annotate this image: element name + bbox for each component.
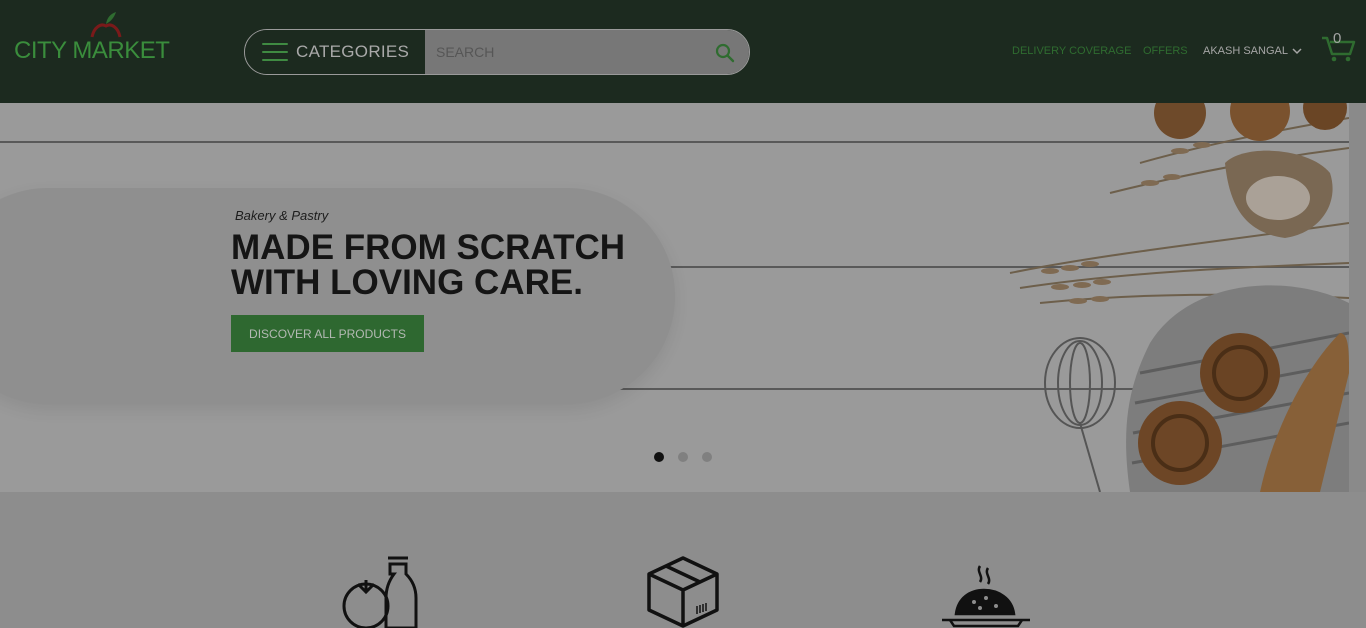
bakery-image: [1009, 103, 1349, 492]
apple-logo-icon: [90, 12, 122, 38]
categories-button[interactable]: CATEGORIES: [245, 30, 425, 74]
hero-edge-strip: [1349, 103, 1366, 492]
site-header: CITY MARKET CATEGORIES DELIVERY COVERAGE…: [0, 0, 1366, 103]
hero-slider: Bakery & Pastry MADE FROM SCRATCH WITH L…: [0, 103, 1349, 492]
hero-title-line: WITH LOVING CARE.: [231, 263, 583, 302]
slider-dot-1[interactable]: [654, 452, 664, 462]
chevron-down-icon: [1292, 47, 1302, 54]
offers-link[interactable]: OFFERS: [1143, 45, 1188, 57]
hot-dish-icon: [942, 565, 1030, 628]
category-search-bar: CATEGORIES: [244, 29, 750, 75]
features-section: [0, 492, 1366, 628]
user-menu[interactable]: AKASH SANGAL: [1203, 45, 1302, 57]
discover-products-button[interactable]: DISCOVER ALL PRODUCTS: [231, 315, 424, 352]
slider-pagination: [654, 452, 712, 462]
slider-dot-3[interactable]: [702, 452, 712, 462]
search-input[interactable]: [425, 30, 749, 74]
package-box-icon: [647, 556, 719, 628]
hero-subtitle: Bakery & Pastry: [235, 208, 329, 223]
categories-label: CATEGORIES: [296, 42, 410, 61]
hamburger-menu-icon: [262, 43, 288, 61]
groceries-icon: [342, 556, 418, 628]
user-name: AKASH SANGAL: [1203, 45, 1288, 57]
city-market-logo[interactable]: CITY MARKET: [14, 10, 170, 66]
hero-title-line: MADE FROM SCRATCH: [231, 228, 626, 267]
hero-title: MADE FROM SCRATCH WITH LOVING CARE.: [231, 230, 625, 300]
slider-dot-2[interactable]: [678, 452, 688, 462]
delivery-coverage-link[interactable]: DELIVERY COVERAGE: [1012, 45, 1131, 57]
brand-name: CITY MARKET: [14, 37, 170, 64]
search-field: [425, 30, 749, 74]
search-icon[interactable]: [715, 43, 735, 63]
cart-count-badge: 0: [1333, 30, 1342, 47]
